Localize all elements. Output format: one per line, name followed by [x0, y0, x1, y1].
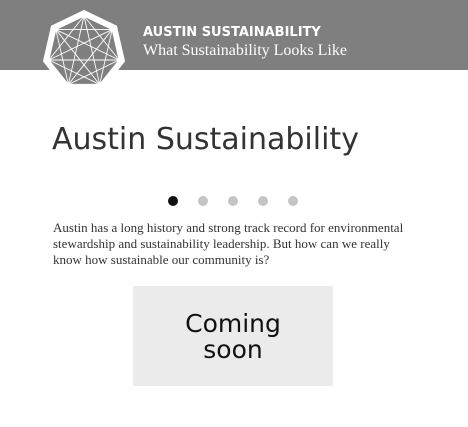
site-title[interactable]: AUSTIN SUSTAINABILITY: [143, 25, 321, 41]
carousel-dot-3[interactable]: [228, 196, 238, 206]
carousel-dot-2[interactable]: [198, 196, 208, 206]
intro-text: Austin has a long history and strong tra…: [53, 220, 404, 267]
coming-soon-text: Coming soon: [185, 309, 281, 364]
page-title: Austin Sustainability: [52, 122, 359, 157]
heptagram-logo-icon[interactable]: [41, 9, 127, 95]
page: AUSTIN SUSTAINABILITY What Sustainabilit…: [0, 0, 468, 427]
carousel-dot-1[interactable]: [168, 196, 178, 206]
carousel-dots: [168, 196, 298, 206]
carousel-dot-4[interactable]: [258, 196, 268, 206]
coming-soon-placeholder: Coming soon: [133, 286, 333, 386]
site-tagline: What Sustainability Looks Like: [143, 42, 347, 59]
carousel-dot-5[interactable]: [288, 196, 298, 206]
